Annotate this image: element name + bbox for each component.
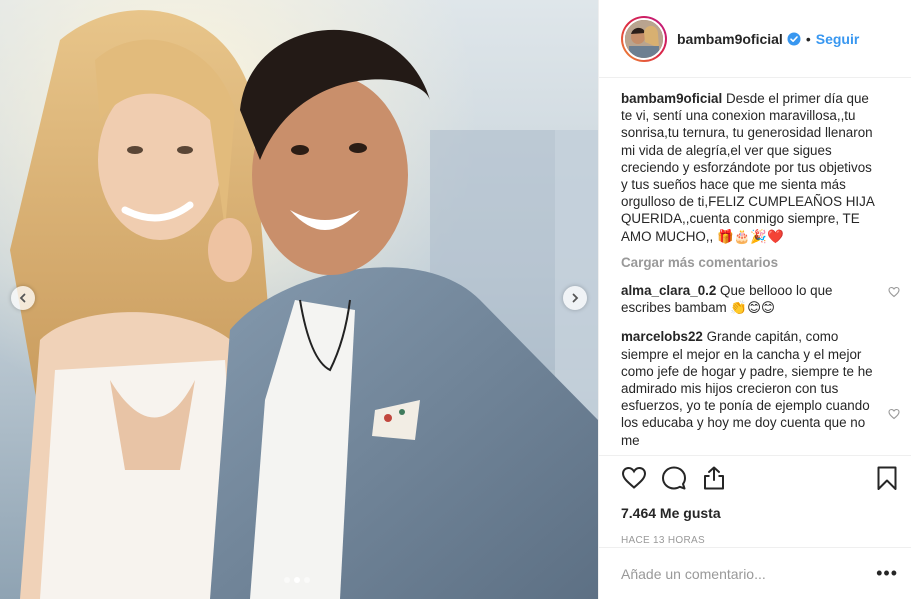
avatar[interactable] [621,15,667,62]
share-icon[interactable] [701,465,727,491]
caption-username[interactable]: bambam9oficial [621,91,722,106]
follow-button[interactable]: Seguir [816,31,860,47]
post-side-panel: bambam9oficial • Seguir bambam9oficial D… [598,0,911,599]
caption-text: Desde el primer día que te vi, sentí una… [621,91,875,244]
comment-username[interactable]: marcelobs22 [621,329,703,344]
carousel-prev-button[interactable] [11,286,35,310]
post-header: bambam9oficial • Seguir [599,0,911,78]
bookmark-icon[interactable] [874,465,900,491]
avatar-image [623,17,665,60]
comment-input[interactable] [621,565,877,582]
post-timestamp[interactable]: HACE 13 HORAS [621,535,900,546]
action-bar [621,465,900,491]
chevron-left-icon [19,293,26,303]
more-options-button[interactable]: ••• [876,563,898,584]
load-more-comments-button[interactable]: Cargar más comentarios [621,254,904,271]
header-separator: • [805,30,811,47]
comment-bubble-icon[interactable] [661,465,687,491]
header-username[interactable]: bambam9oficial [677,31,783,47]
carousel-indicator [284,577,310,583]
comment-username[interactable]: alma_clara_0.2 [621,283,716,298]
comment-text: Grande capitán, como siempre el mejor en… [621,329,873,448]
post-actions: 7.464 Me gusta HACE 13 HORAS [599,455,911,546]
caption: bambam9oficial Desde el primer día que t… [621,90,904,245]
heart-icon[interactable] [621,465,647,491]
comment-like-heart-icon[interactable] [888,286,900,298]
verified-badge-icon [787,32,801,45]
carousel-dot [284,577,290,583]
comment-like-heart-icon[interactable] [888,408,900,420]
add-comment-bar: ••• [599,547,911,599]
photo-image [0,0,598,599]
carousel-next-button[interactable] [563,286,587,310]
comments-section: bambam9oficial Desde el primer día que t… [621,90,904,450]
instagram-post: bambam9oficial • Seguir bambam9oficial D… [0,0,911,599]
chevron-right-icon [572,293,579,303]
comment-item: marcelobs22 Grande capitán, como siempre… [621,328,904,448]
likes-count[interactable]: 7.464 Me gusta [621,505,900,521]
avatar-photo [625,19,663,58]
carousel-dot [304,577,310,583]
carousel-dot [294,577,300,583]
post-photo[interactable] [0,0,598,599]
comment-item: alma_clara_0.2 Que bellooo lo que escrib… [621,282,904,316]
